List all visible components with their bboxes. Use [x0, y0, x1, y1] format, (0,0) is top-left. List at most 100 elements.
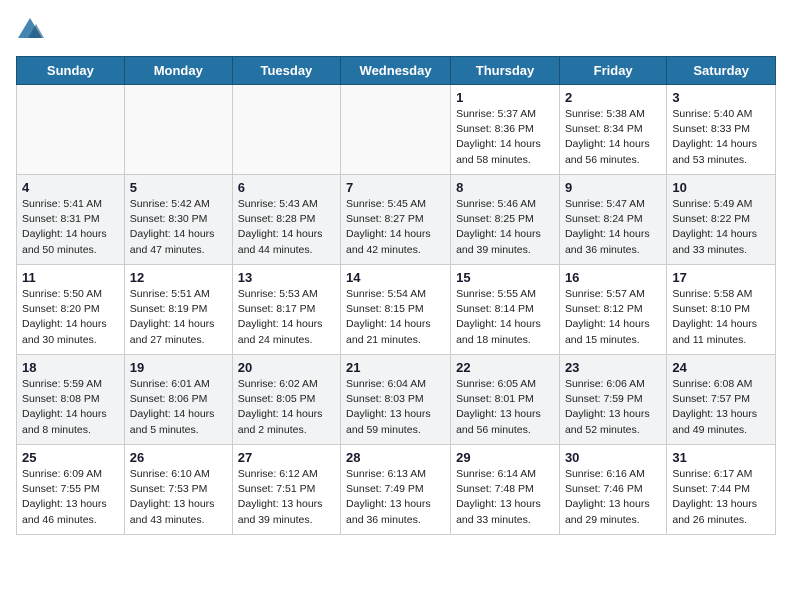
day-number: 1	[456, 90, 554, 105]
col-header-saturday: Saturday	[667, 57, 776, 85]
day-info: Sunrise: 5:41 AM Sunset: 8:31 PM Dayligh…	[22, 197, 119, 258]
day-cell: 3 Sunrise: 5:40 AM Sunset: 8:33 PM Daylig…	[667, 85, 776, 175]
day-info: Sunrise: 5:57 AM Sunset: 8:12 PM Dayligh…	[565, 287, 661, 348]
week-row-3: 11Sunrise: 5:50 AM Sunset: 8:20 PM Dayli…	[17, 265, 776, 355]
day-number: 12	[130, 270, 227, 285]
day-info: Sunrise: 5:43 AM Sunset: 8:28 PM Dayligh…	[238, 197, 335, 258]
page-header	[16, 16, 776, 44]
day-info: Sunrise: 5:38 AM Sunset: 8:34 PM Dayligh…	[565, 107, 661, 168]
day-cell: 27 Sunrise: 6:12 AM Sunset: 7:51 PM Dayli…	[232, 445, 340, 535]
week-row-1: 1 Sunrise: 5:37 AM Sunset: 8:36 PM Daylig…	[17, 85, 776, 175]
col-header-wednesday: Wednesday	[341, 57, 451, 85]
day-cell: 18 Sunrise: 5:59 AM Sunset: 8:08 PM Dayli…	[17, 355, 125, 445]
day-info: Sunrise: 5:50 AM Sunset: 8:20 PM Dayligh…	[22, 287, 119, 348]
day-info: Sunrise: 5:51 AM Sunset: 8:19 PM Dayligh…	[130, 287, 227, 348]
day-number: 15	[456, 270, 554, 285]
day-number: 26	[130, 450, 227, 465]
day-number: 30	[565, 450, 661, 465]
day-number: 6	[238, 180, 335, 195]
day-cell: 30 Sunrise: 6:16 AM Sunset: 7:46 PM Dayli…	[559, 445, 666, 535]
day-cell: 29 Sunrise: 6:14 AM Sunset: 7:48 PM Dayli…	[451, 445, 560, 535]
day-number: 5	[130, 180, 227, 195]
day-number: 24	[672, 360, 770, 375]
col-header-tuesday: Tuesday	[232, 57, 340, 85]
day-cell: 2Sunrise: 5:38 AM Sunset: 8:34 PM Daylig…	[559, 85, 666, 175]
day-number: 22	[456, 360, 554, 375]
col-header-thursday: Thursday	[451, 57, 560, 85]
day-cell: 5 Sunrise: 5:42 AM Sunset: 8:30 PM Daylig…	[124, 175, 232, 265]
day-info: Sunrise: 6:14 AM Sunset: 7:48 PM Dayligh…	[456, 467, 554, 528]
day-cell	[232, 85, 340, 175]
logo	[16, 16, 46, 44]
day-cell: 20 Sunrise: 6:02 AM Sunset: 8:05 PM Dayli…	[232, 355, 340, 445]
day-cell: 1 Sunrise: 5:37 AM Sunset: 8:36 PM Daylig…	[451, 85, 560, 175]
day-cell: 12 Sunrise: 5:51 AM Sunset: 8:19 PM Dayli…	[124, 265, 232, 355]
day-number: 27	[238, 450, 335, 465]
day-cell: 13 Sunrise: 5:53 AM Sunset: 8:17 PM Dayli…	[232, 265, 340, 355]
day-info: Sunrise: 5:40 AM Sunset: 8:33 PM Dayligh…	[672, 107, 770, 168]
header-row: SundayMondayTuesdayWednesdayThursdayFrid…	[17, 57, 776, 85]
day-info: Sunrise: 6:05 AM Sunset: 8:01 PM Dayligh…	[456, 377, 554, 438]
day-info: Sunrise: 5:46 AM Sunset: 8:25 PM Dayligh…	[456, 197, 554, 258]
day-cell: 19 Sunrise: 6:01 AM Sunset: 8:06 PM Dayli…	[124, 355, 232, 445]
day-info: Sunrise: 5:55 AM Sunset: 8:14 PM Dayligh…	[456, 287, 554, 348]
day-cell	[124, 85, 232, 175]
col-header-sunday: Sunday	[17, 57, 125, 85]
day-number: 3	[672, 90, 770, 105]
day-info: Sunrise: 5:54 AM Sunset: 8:15 PM Dayligh…	[346, 287, 445, 348]
day-number: 20	[238, 360, 335, 375]
day-number: 16	[565, 270, 661, 285]
day-cell	[17, 85, 125, 175]
day-number: 25	[22, 450, 119, 465]
day-info: Sunrise: 5:58 AM Sunset: 8:10 PM Dayligh…	[672, 287, 770, 348]
day-number: 7	[346, 180, 445, 195]
day-cell: 7Sunrise: 5:45 AM Sunset: 8:27 PM Daylig…	[341, 175, 451, 265]
day-info: Sunrise: 6:16 AM Sunset: 7:46 PM Dayligh…	[565, 467, 661, 528]
day-cell: 22 Sunrise: 6:05 AM Sunset: 8:01 PM Dayli…	[451, 355, 560, 445]
day-cell: 26 Sunrise: 6:10 AM Sunset: 7:53 PM Dayli…	[124, 445, 232, 535]
day-cell: 25 Sunrise: 6:09 AM Sunset: 7:55 PM Dayli…	[17, 445, 125, 535]
day-info: Sunrise: 5:37 AM Sunset: 8:36 PM Dayligh…	[456, 107, 554, 168]
day-info: Sunrise: 6:08 AM Sunset: 7:57 PM Dayligh…	[672, 377, 770, 438]
week-row-2: 4Sunrise: 5:41 AM Sunset: 8:31 PM Daylig…	[17, 175, 776, 265]
day-cell: 16 Sunrise: 5:57 AM Sunset: 8:12 PM Dayli…	[559, 265, 666, 355]
week-row-5: 25 Sunrise: 6:09 AM Sunset: 7:55 PM Dayli…	[17, 445, 776, 535]
day-number: 18	[22, 360, 119, 375]
day-cell: 15 Sunrise: 5:55 AM Sunset: 8:14 PM Dayli…	[451, 265, 560, 355]
col-header-friday: Friday	[559, 57, 666, 85]
day-info: Sunrise: 6:10 AM Sunset: 7:53 PM Dayligh…	[130, 467, 227, 528]
day-info: Sunrise: 6:12 AM Sunset: 7:51 PM Dayligh…	[238, 467, 335, 528]
day-cell: 6 Sunrise: 5:43 AM Sunset: 8:28 PM Daylig…	[232, 175, 340, 265]
day-info: Sunrise: 6:01 AM Sunset: 8:06 PM Dayligh…	[130, 377, 227, 438]
day-cell: 10Sunrise: 5:49 AM Sunset: 8:22 PM Dayli…	[667, 175, 776, 265]
day-cell: 11Sunrise: 5:50 AM Sunset: 8:20 PM Dayli…	[17, 265, 125, 355]
day-number: 29	[456, 450, 554, 465]
day-cell: 14 Sunrise: 5:54 AM Sunset: 8:15 PM Dayli…	[341, 265, 451, 355]
day-info: Sunrise: 5:42 AM Sunset: 8:30 PM Dayligh…	[130, 197, 227, 258]
day-number: 14	[346, 270, 445, 285]
day-cell: 23Sunrise: 6:06 AM Sunset: 7:59 PM Dayli…	[559, 355, 666, 445]
day-cell: 28Sunrise: 6:13 AM Sunset: 7:49 PM Dayli…	[341, 445, 451, 535]
day-info: Sunrise: 6:04 AM Sunset: 8:03 PM Dayligh…	[346, 377, 445, 438]
day-info: Sunrise: 5:49 AM Sunset: 8:22 PM Dayligh…	[672, 197, 770, 258]
day-cell: 24 Sunrise: 6:08 AM Sunset: 7:57 PM Dayli…	[667, 355, 776, 445]
day-number: 28	[346, 450, 445, 465]
day-number: 19	[130, 360, 227, 375]
day-number: 31	[672, 450, 770, 465]
day-cell: 8Sunrise: 5:46 AM Sunset: 8:25 PM Daylig…	[451, 175, 560, 265]
day-info: Sunrise: 5:53 AM Sunset: 8:17 PM Dayligh…	[238, 287, 335, 348]
day-info: Sunrise: 6:09 AM Sunset: 7:55 PM Dayligh…	[22, 467, 119, 528]
week-row-4: 18 Sunrise: 5:59 AM Sunset: 8:08 PM Dayli…	[17, 355, 776, 445]
day-info: Sunrise: 5:59 AM Sunset: 8:08 PM Dayligh…	[22, 377, 119, 438]
day-info: Sunrise: 5:47 AM Sunset: 8:24 PM Dayligh…	[565, 197, 661, 258]
day-cell: 31 Sunrise: 6:17 AM Sunset: 7:44 PM Dayli…	[667, 445, 776, 535]
day-cell: 9Sunrise: 5:47 AM Sunset: 8:24 PM Daylig…	[559, 175, 666, 265]
day-cell: 17Sunrise: 5:58 AM Sunset: 8:10 PM Dayli…	[667, 265, 776, 355]
col-header-monday: Monday	[124, 57, 232, 85]
day-cell: 21Sunrise: 6:04 AM Sunset: 8:03 PM Dayli…	[341, 355, 451, 445]
day-number: 13	[238, 270, 335, 285]
day-info: Sunrise: 6:17 AM Sunset: 7:44 PM Dayligh…	[672, 467, 770, 528]
day-number: 23	[565, 360, 661, 375]
day-info: Sunrise: 6:02 AM Sunset: 8:05 PM Dayligh…	[238, 377, 335, 438]
day-cell: 4Sunrise: 5:41 AM Sunset: 8:31 PM Daylig…	[17, 175, 125, 265]
